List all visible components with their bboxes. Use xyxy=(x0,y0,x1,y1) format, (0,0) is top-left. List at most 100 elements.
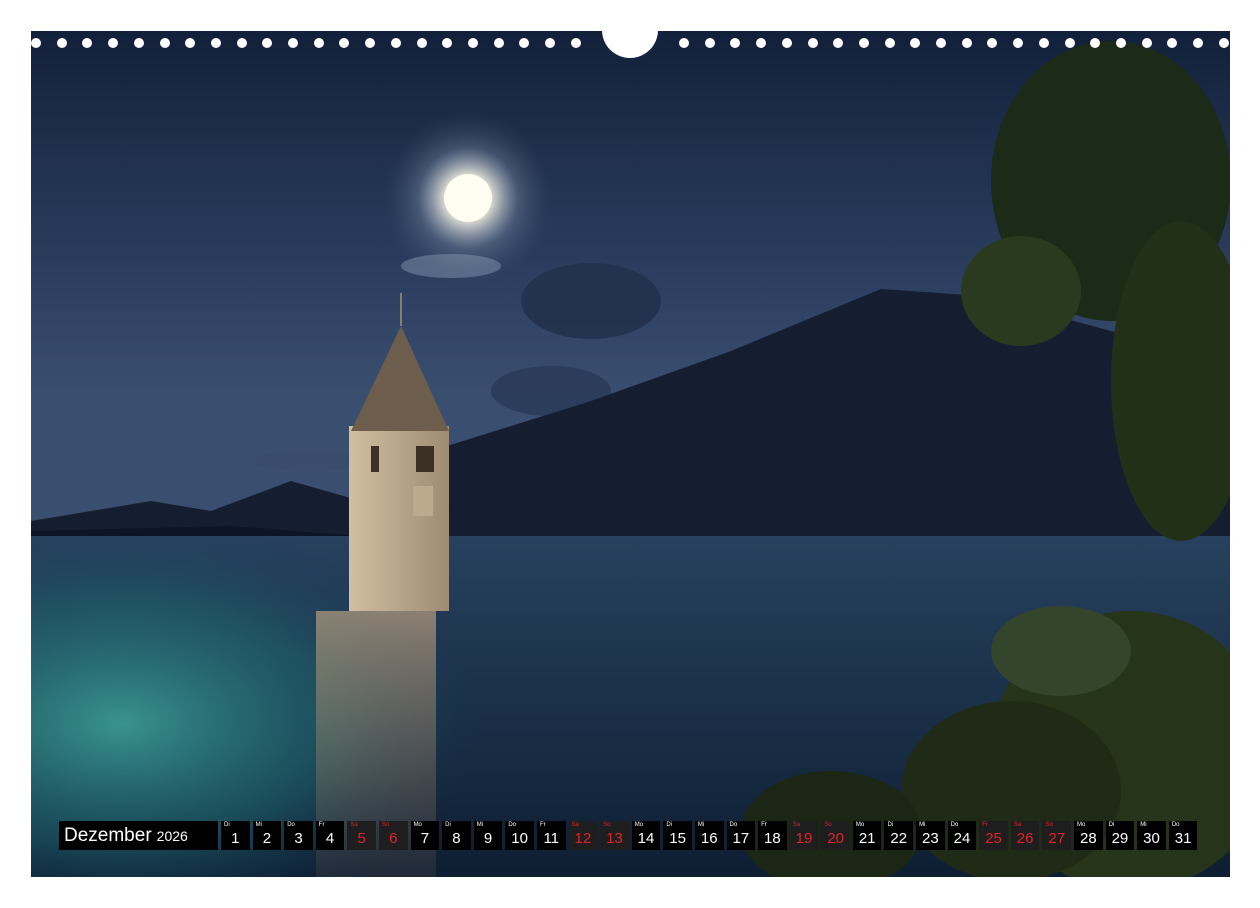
weekday-label: Mi xyxy=(476,822,484,828)
binding-hole xyxy=(884,38,895,48)
day-cell-7: Mo 7 xyxy=(410,821,440,850)
day-cell-30: Mi 30 xyxy=(1137,821,1166,850)
day-number: 25 xyxy=(985,830,1002,847)
day-cell-17: Do 17 xyxy=(726,821,756,850)
binding-hole xyxy=(1038,38,1049,48)
day-cell-31: Do 31 xyxy=(1168,821,1198,850)
day-number: 2 xyxy=(262,830,272,847)
day-cell-27: So 27 xyxy=(1042,821,1072,850)
weekday-label: Mi xyxy=(255,822,262,828)
binding-hole xyxy=(1167,38,1178,48)
day-number: 4 xyxy=(325,830,335,847)
day-cell-8: Di 8 xyxy=(442,821,471,850)
weekday-label: Di xyxy=(1108,822,1115,828)
day-number: 30 xyxy=(1143,830,1160,847)
day-cell-16: Mi 16 xyxy=(694,821,724,850)
binding-hole xyxy=(313,38,324,48)
binding-hole xyxy=(365,38,376,48)
day-number: 20 xyxy=(827,830,844,847)
moon-icon xyxy=(383,113,553,283)
weekday-label: Mi xyxy=(919,822,926,828)
weekday-label: Do xyxy=(287,822,295,828)
binding-hole xyxy=(1141,38,1152,48)
day-number: 26 xyxy=(1016,830,1034,847)
day-cell-24: Do 24 xyxy=(947,821,977,850)
weekday-label: Sa xyxy=(350,822,358,828)
binding-hole xyxy=(858,38,869,48)
weekday-label: So xyxy=(603,822,611,828)
day-number: 18 xyxy=(764,830,781,847)
binding-hole xyxy=(493,38,504,48)
day-number: 21 xyxy=(858,830,876,847)
calendar-strip: Dezember 2026 Di 1 Mi 2 Do 3 Fr 4 Sa 5 So 6 Mo 7 Di 8 Mi… xyxy=(59,821,1198,850)
binding-hole xyxy=(339,38,350,48)
day-cell-13: So 13 xyxy=(600,821,629,850)
day-number: 19 xyxy=(795,830,813,847)
day-number: 13 xyxy=(606,830,623,847)
weekday-label: Mi xyxy=(697,822,705,828)
day-number: 3 xyxy=(294,830,303,847)
binding-hole xyxy=(807,38,818,48)
weekday-label: Mi xyxy=(1140,822,1147,828)
month-label: Dezember 2026 xyxy=(59,821,218,850)
binding-hole xyxy=(1193,38,1203,48)
weekday-label: Do xyxy=(1171,822,1180,828)
day-cell-14: Mo 14 xyxy=(631,821,661,850)
day-cell-1: Di 1 xyxy=(221,821,250,850)
weekday-label: Do xyxy=(950,822,959,828)
binding-hole xyxy=(1064,38,1075,48)
binding-hole xyxy=(1090,38,1101,48)
binding-hole xyxy=(56,38,67,48)
binding-hole xyxy=(1013,38,1024,48)
weekday-label: Mo xyxy=(855,822,865,828)
binding-hole xyxy=(704,38,715,48)
day-cell-19: Sa 19 xyxy=(789,821,819,850)
day-number: 17 xyxy=(732,830,750,847)
day-cell-28: Mo 28 xyxy=(1074,821,1103,850)
binding-hole xyxy=(82,38,93,48)
binding-hole xyxy=(390,38,401,48)
binding-hole xyxy=(756,38,767,48)
weekday-label: So xyxy=(824,822,832,828)
day-number: 1 xyxy=(231,830,240,847)
binding-hole xyxy=(987,38,998,48)
weekday-label: Do xyxy=(508,822,517,828)
day-number: 6 xyxy=(389,830,398,847)
weekday-label: Mo xyxy=(634,822,644,828)
day-cell-2: Mi 2 xyxy=(252,821,282,850)
day-number: 27 xyxy=(1048,830,1066,847)
day-number: 23 xyxy=(922,830,939,847)
day-cell-21: Mo 21 xyxy=(852,821,882,850)
weekday-label: Mo xyxy=(413,822,422,828)
binding-hole xyxy=(31,38,41,48)
day-cell-15: Di 15 xyxy=(663,821,692,850)
binding-hole xyxy=(442,38,453,48)
day-number: 11 xyxy=(543,830,560,847)
binding-hole xyxy=(730,38,741,48)
day-cell-5: Sa 5 xyxy=(347,821,376,850)
month-name: Dezember xyxy=(64,824,152,846)
day-number: 31 xyxy=(1174,830,1192,847)
day-number: 28 xyxy=(1079,830,1097,847)
day-number: 24 xyxy=(953,830,971,847)
month-year: 2026 xyxy=(156,827,188,844)
day-number: 12 xyxy=(574,830,592,847)
day-number: 8 xyxy=(452,830,461,847)
day-number: 9 xyxy=(483,830,493,847)
day-number: 7 xyxy=(420,830,430,847)
day-cell-25: Fr 25 xyxy=(979,821,1008,850)
day-cell-23: Mi 23 xyxy=(916,821,945,850)
binding-hole xyxy=(288,38,298,48)
day-number: 29 xyxy=(1111,830,1129,847)
weekday-label: Di xyxy=(224,822,230,828)
binding-hole xyxy=(236,38,247,48)
binding-hole xyxy=(159,38,170,48)
binding-hole xyxy=(108,38,119,48)
binding-hole xyxy=(1115,38,1126,48)
binding-hole xyxy=(910,38,921,48)
day-cell-29: Di 29 xyxy=(1105,821,1135,850)
weekday-label: Di xyxy=(445,822,451,828)
binding-hole xyxy=(1218,38,1229,48)
day-number: 16 xyxy=(700,830,718,847)
day-cell-4: Fr 4 xyxy=(315,821,345,850)
